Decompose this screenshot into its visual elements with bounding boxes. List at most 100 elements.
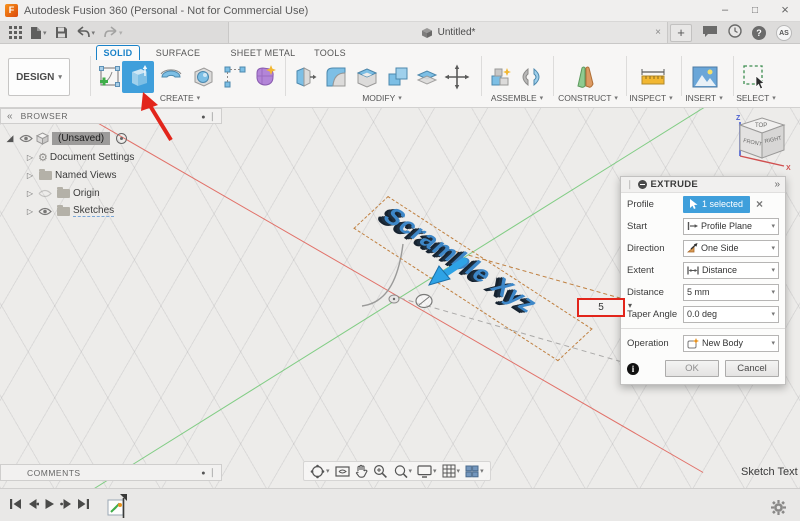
tab-close-icon[interactable]	[655, 27, 661, 38]
expand-icon[interactable]	[24, 171, 36, 180]
expand-icon[interactable]	[24, 207, 36, 216]
visibility-eye-icon[interactable]	[38, 207, 52, 216]
feedback-icon[interactable]	[702, 25, 718, 41]
tab-sheet-metal[interactable]: SHEET METAL	[226, 45, 300, 60]
browser-item-document-settings[interactable]: Document Settings	[24, 149, 135, 165]
group-label-modify[interactable]: MODIFY	[352, 92, 412, 103]
browser-panel-header[interactable]: BROWSER	[0, 108, 222, 124]
distance-input[interactable]: 5 mm	[683, 283, 779, 301]
dialog-popout-icon[interactable]	[774, 179, 780, 190]
expand-open-icon[interactable]	[4, 133, 16, 144]
construct-plane-icon[interactable]	[572, 64, 598, 90]
start-dropdown[interactable]: Profile Plane	[683, 217, 779, 235]
visibility-eye-icon[interactable]	[19, 134, 33, 143]
select-tool-icon[interactable]	[742, 64, 768, 90]
visibility-eye-icon[interactable]	[38, 189, 52, 198]
timeline-settings-gear-icon[interactable]	[771, 500, 786, 518]
group-label-inspect[interactable]: INSPECT	[623, 92, 679, 103]
job-status-icon[interactable]	[728, 24, 742, 41]
viewports-icon[interactable]	[465, 465, 484, 478]
pan-icon[interactable]	[355, 464, 368, 478]
minimize-button[interactable]	[710, 0, 740, 21]
clear-selection-icon[interactable]	[756, 197, 763, 211]
save-button[interactable]	[52, 23, 71, 43]
new-component-icon[interactable]	[488, 64, 514, 90]
look-at-icon[interactable]	[334, 465, 350, 478]
redo-button[interactable]	[100, 23, 126, 43]
activate-component-radio[interactable]	[116, 132, 128, 144]
collapse-browser-icon[interactable]	[7, 111, 13, 122]
fit-icon[interactable]	[393, 464, 413, 479]
shell-icon[interactable]	[354, 64, 380, 90]
direction-dropdown[interactable]: One Side	[683, 239, 779, 257]
expand-icon[interactable]	[24, 189, 36, 198]
ok-button[interactable]: OK	[665, 360, 719, 377]
browser-item-sketches[interactable]: Sketches	[24, 203, 115, 219]
timeline-go-end-button[interactable]	[77, 497, 91, 514]
zoom-icon[interactable]	[373, 464, 388, 479]
timeline-step-back-button[interactable]	[26, 497, 40, 514]
orbit-icon[interactable]	[310, 464, 330, 479]
group-label-insert[interactable]: INSERT	[678, 92, 730, 103]
dialog-info-icon[interactable]: i	[627, 362, 639, 375]
new-tab-button[interactable]: +	[670, 23, 692, 42]
group-label-select[interactable]: SELECT	[728, 92, 784, 103]
press-pull-icon[interactable]	[292, 64, 318, 90]
help-icon[interactable]: ?	[752, 25, 766, 40]
browser-item-origin[interactable]: Origin	[24, 185, 100, 201]
workspace-selector[interactable]: DESIGN	[8, 58, 70, 96]
create-form-icon[interactable]	[252, 64, 278, 90]
tab-surface[interactable]: SURFACE	[150, 45, 206, 60]
distance-manipulator-input[interactable]: 5	[577, 298, 625, 317]
grid-display-icon[interactable]	[442, 464, 461, 478]
sketch-dimension-icon[interactable]	[222, 64, 248, 90]
inspect-measure-icon[interactable]	[640, 64, 666, 90]
browser-item-named-views[interactable]: Named Views	[24, 167, 117, 183]
revolve-tool-icon[interactable]	[158, 64, 184, 90]
timeline-go-start-button[interactable]	[8, 497, 22, 514]
app-grid-icon[interactable]	[6, 23, 25, 43]
extrude-dialog-header[interactable]: EXTRUDE	[621, 177, 785, 193]
timeline-step-forward-button[interactable]	[60, 497, 73, 514]
manipulator-caret-icon[interactable]	[628, 301, 632, 310]
create-sketch-icon[interactable]	[96, 64, 122, 90]
browser-root-row[interactable]: (Unsaved)	[4, 130, 128, 146]
timeline-play-button[interactable]	[43, 497, 56, 514]
tab-tools[interactable]: TOOLS	[308, 45, 352, 60]
group-label-assemble[interactable]: ASSEMBLE	[486, 92, 548, 103]
close-button[interactable]	[770, 0, 800, 21]
operation-dropdown[interactable]: New Body	[683, 334, 779, 352]
extent-dropdown[interactable]: Distance	[683, 261, 779, 279]
undo-button[interactable]	[73, 23, 99, 43]
panel-dot-icon[interactable]	[201, 111, 205, 122]
display-settings-icon[interactable]	[417, 464, 437, 478]
file-menu-button[interactable]	[27, 23, 50, 43]
joint-icon[interactable]	[518, 64, 544, 90]
taper-angle-input[interactable]: 0.0 deg	[683, 305, 779, 323]
profile-selected-chip[interactable]: 1 selected	[683, 195, 751, 213]
expand-icon[interactable]	[24, 153, 36, 162]
sweep-tool-icon[interactable]	[190, 64, 216, 90]
panel-dot-icon[interactable]	[201, 467, 205, 478]
panel-grip-icon[interactable]	[208, 111, 216, 122]
extrude-tool-icon[interactable]	[122, 61, 154, 93]
fillet-icon[interactable]	[323, 64, 349, 90]
group-label-construct[interactable]: CONSTRUCT	[556, 92, 620, 103]
extrude-arrow-manipulator[interactable]	[426, 256, 468, 290]
move-copy-icon[interactable]	[444, 64, 470, 90]
comments-panel-header[interactable]: COMMENTS	[0, 464, 222, 481]
panel-grip-icon[interactable]	[208, 467, 216, 478]
insert-image-icon[interactable]	[692, 64, 718, 90]
maximize-button[interactable]	[740, 0, 770, 21]
combine-icon[interactable]	[385, 64, 411, 90]
offset-face-icon[interactable]	[414, 64, 440, 90]
dialog-collapse-icon[interactable]	[637, 180, 647, 189]
root-document-label[interactable]: (Unsaved)	[52, 131, 111, 145]
cancel-button[interactable]: Cancel	[725, 360, 779, 377]
tab-solid[interactable]: SOLID	[96, 45, 140, 60]
timeline-sketch-feature[interactable]	[107, 494, 129, 521]
document-tab-label: Untitled*	[437, 27, 476, 38]
document-tab[interactable]: Untitled*	[228, 22, 668, 43]
view-cube[interactable]: Z X TOP FRONT RIGHT	[726, 110, 798, 182]
account-avatar[interactable]: AS	[776, 24, 792, 41]
